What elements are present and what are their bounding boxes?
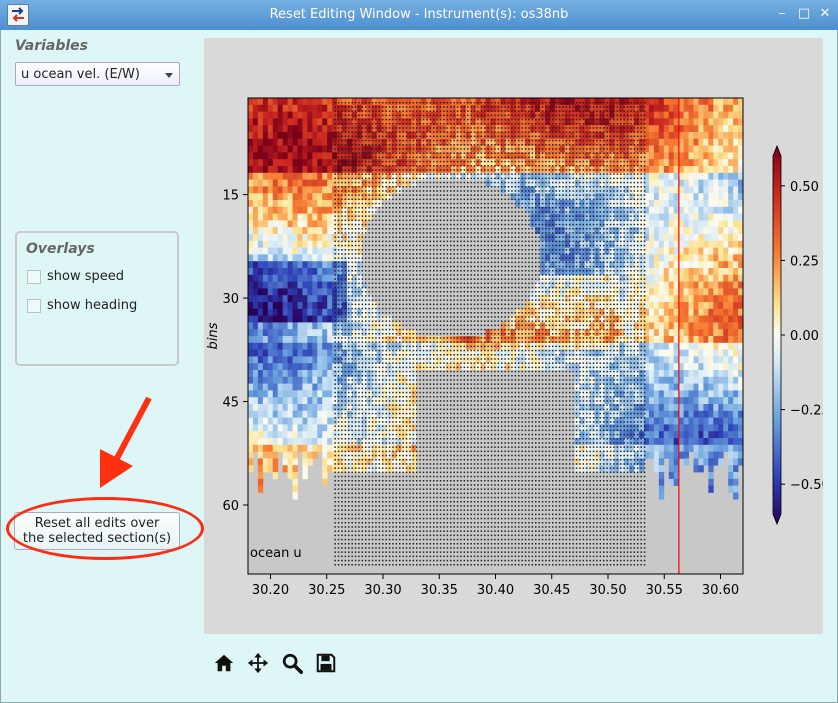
x-tick-label: 30.45 xyxy=(533,583,570,598)
x-tick-label: 30.50 xyxy=(589,583,626,598)
zoom-button[interactable] xyxy=(280,651,304,675)
x-axis: 30.20 30.25 30.30 30.35 30.40 30.45 30.50 30.55… xyxy=(252,574,739,598)
y-axis: 15 30 45 60 xyxy=(222,189,248,514)
maximize-button[interactable]: □ xyxy=(796,6,812,22)
x-tick-label: 30.60 xyxy=(702,583,739,598)
colorbar: 0.50 0.25 0.00 −0.25 −0.50 xyxy=(772,144,830,526)
x-tick-label: 30.35 xyxy=(421,583,458,598)
plot-toolbar xyxy=(212,651,338,675)
reset-all-edits-button[interactable]: Reset all edits over the selected sectio… xyxy=(14,512,180,550)
y-tick-label: 45 xyxy=(222,396,239,411)
close-button[interactable]: ✕ xyxy=(817,6,833,22)
y-tick-label: 60 xyxy=(222,499,239,514)
home-icon xyxy=(214,654,234,672)
reset-button-line-1: Reset all edits over xyxy=(34,516,160,531)
pan-button[interactable] xyxy=(246,651,270,675)
zoom-icon xyxy=(282,653,303,674)
red-arrow-annotation xyxy=(100,396,152,488)
colorbar-tick-label: −0.25 xyxy=(790,404,823,419)
x-tick-label: 30.30 xyxy=(364,583,401,598)
x-tick-label: 30.25 xyxy=(308,583,345,598)
x-tick-label: 30.55 xyxy=(646,583,683,598)
x-tick-label: 30.40 xyxy=(477,583,514,598)
y-tick-label: 30 xyxy=(222,292,239,307)
colorbar-tick-label: 0.25 xyxy=(790,254,819,269)
x-tick-label: 30.20 xyxy=(252,583,289,598)
heatmap-chart[interactable]: 30.20 30.25 30.30 30.35 30.40 30.45 30.50 30.55… xyxy=(204,38,830,634)
home-button[interactable] xyxy=(212,651,236,675)
pan-icon xyxy=(247,652,269,674)
save-button[interactable] xyxy=(314,651,338,675)
colorbar-tick-label: 0.50 xyxy=(790,180,819,195)
plot-area[interactable]: 30.20 30.25 30.30 30.35 30.40 30.45 30.50 30.55… xyxy=(204,38,830,634)
minimize-button[interactable]: – xyxy=(774,6,790,22)
reset-button-line-2: the selected section(s) xyxy=(22,531,172,546)
save-icon xyxy=(316,653,336,673)
panel-annotation: ocean u xyxy=(250,546,302,561)
colorbar-tick-label: 0.00 xyxy=(790,329,819,344)
y-axis-label: bins xyxy=(206,322,221,349)
y-tick-label: 15 xyxy=(222,189,239,204)
colorbar-tick-label: −0.50 xyxy=(790,478,823,493)
